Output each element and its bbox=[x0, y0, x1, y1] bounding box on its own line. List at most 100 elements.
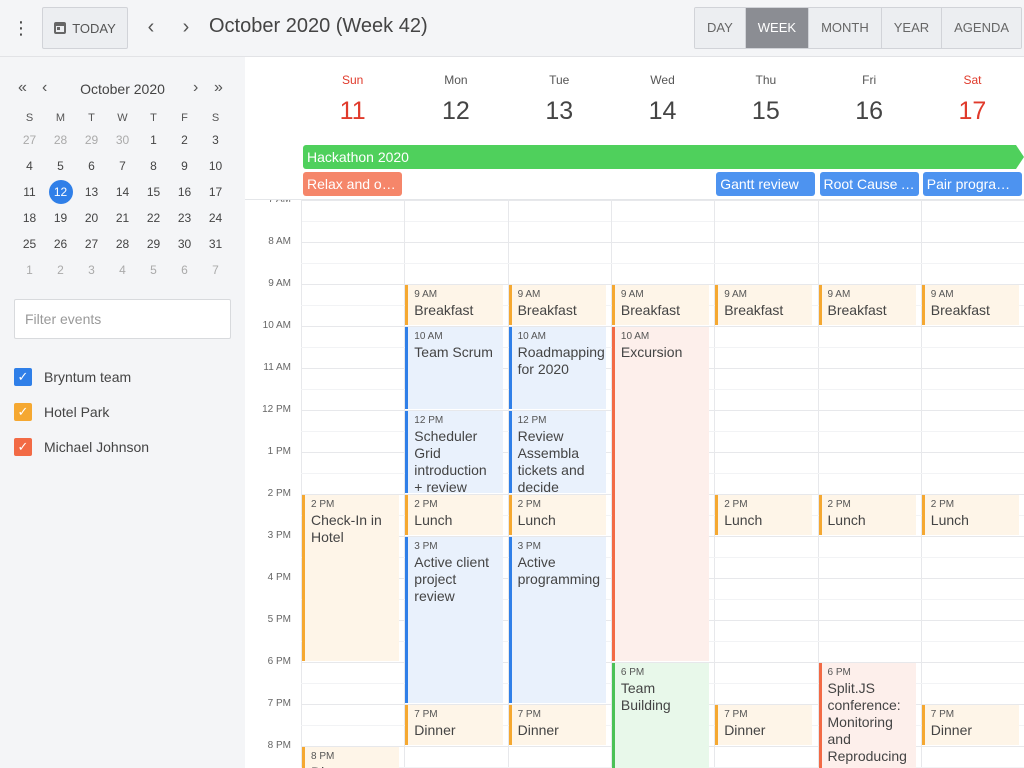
view-mode-month[interactable]: MONTH bbox=[809, 8, 882, 48]
calendar-event[interactable]: 6 PM Team Building bbox=[611, 663, 710, 768]
mini-calendar-day[interactable]: 8 bbox=[138, 153, 169, 179]
calendar-event[interactable]: 9 AM Breakfast bbox=[405, 285, 503, 325]
mini-calendar-day[interactable]: 4 bbox=[14, 153, 45, 179]
calendar-event[interactable]: 2 PM Check-In in Hotel bbox=[302, 495, 400, 661]
day-header-sun[interactable]: Sun 11 bbox=[301, 57, 404, 143]
mini-calendar-day[interactable]: 14 bbox=[107, 179, 138, 205]
mini-calendar-day[interactable]: 22 bbox=[138, 205, 169, 231]
all-day-event[interactable]: Pair programming bbox=[922, 172, 1023, 196]
mini-calendar-day[interactable]: 4 bbox=[107, 257, 138, 283]
mini-calendar-day[interactable]: 31 bbox=[200, 231, 231, 257]
day-header-wed[interactable]: Wed 14 bbox=[611, 57, 714, 143]
calendar-event[interactable]: 9 AM Breakfast bbox=[715, 285, 813, 325]
day-header-mon[interactable]: Mon 12 bbox=[404, 57, 507, 143]
mini-calendar-day[interactable]: 1 bbox=[14, 257, 45, 283]
day-header-tue[interactable]: Tue 13 bbox=[508, 57, 611, 143]
calendar-event[interactable]: 2 PM Lunch bbox=[921, 495, 1020, 535]
calendar-event[interactable]: 2 PM Lunch bbox=[508, 495, 606, 535]
calendar-event[interactable]: 2 PM Lunch bbox=[405, 495, 503, 535]
today-button[interactable]: TODAY bbox=[42, 7, 128, 49]
mini-calendar-day[interactable]: 24 bbox=[200, 205, 231, 231]
double-chevron-right-icon[interactable]: » bbox=[214, 79, 223, 97]
calendar-event[interactable]: 7 PM Dinner bbox=[508, 705, 606, 745]
calendar-event[interactable]: 9 AM Breakfast bbox=[508, 285, 606, 325]
all-day-event[interactable]: Relax and official arrival beer bbox=[303, 172, 403, 196]
mini-calendar-day[interactable]: 27 bbox=[14, 127, 45, 153]
mini-calendar-day[interactable]: 6 bbox=[76, 153, 107, 179]
calendar-event[interactable]: 7 PM Dinner bbox=[715, 705, 813, 745]
chevron-left-icon[interactable]: ‹ bbox=[138, 14, 164, 42]
mini-calendar-day[interactable]: 3 bbox=[76, 257, 107, 283]
calendar-event[interactable]: 7 PM Dinner bbox=[921, 705, 1020, 745]
all-day-event[interactable]: Gantt review bbox=[716, 172, 816, 196]
mini-calendar-day[interactable]: 9 bbox=[169, 153, 200, 179]
mini-calendar-day[interactable]: 17 bbox=[200, 179, 231, 205]
calendar-event[interactable]: 6 PM Split.JS conference: Monitoring and … bbox=[818, 663, 916, 768]
mini-calendar-day[interactable]: 29 bbox=[76, 127, 107, 153]
mini-calendar-day[interactable]: 26 bbox=[45, 231, 76, 257]
calendar-event[interactable]: 9 AM Breakfast bbox=[818, 285, 916, 325]
mini-calendar-day[interactable]: 19 bbox=[45, 205, 76, 231]
chevron-right-icon[interactable]: › bbox=[193, 79, 198, 97]
day-header-sat[interactable]: Sat 17 bbox=[921, 57, 1024, 143]
calendar-event[interactable]: 8 PM Dinner bbox=[302, 747, 400, 768]
mini-calendar-day[interactable]: 5 bbox=[45, 153, 76, 179]
resource-filter-item[interactable]: ✓ Michael Johnson bbox=[14, 429, 149, 464]
mini-calendar-day[interactable]: 1 bbox=[138, 127, 169, 153]
view-mode-year[interactable]: YEAR bbox=[881, 8, 943, 48]
day-header-thu[interactable]: Thu 15 bbox=[714, 57, 817, 143]
mini-calendar-day[interactable]: 7 bbox=[200, 257, 231, 283]
checkbox[interactable]: ✓ bbox=[14, 367, 32, 386]
mini-calendar-day[interactable]: 27 bbox=[76, 231, 107, 257]
calendar-event[interactable]: 10 AM Excursion bbox=[611, 327, 710, 661]
all-day-event[interactable]: Hackathon 2020 bbox=[303, 145, 1017, 169]
calendar-event[interactable]: 7 PM Dinner bbox=[405, 705, 503, 745]
mini-calendar-day[interactable]: 28 bbox=[107, 231, 138, 257]
mini-calendar-day[interactable]: 11 bbox=[14, 179, 45, 205]
mini-calendar-day[interactable]: 2 bbox=[45, 257, 76, 283]
mini-calendar-day[interactable]: 15 bbox=[138, 179, 169, 205]
day-header-fri[interactable]: Fri 16 bbox=[818, 57, 921, 143]
mini-calendar-day[interactable]: 5 bbox=[138, 257, 169, 283]
mini-calendar-day[interactable]: 23 bbox=[169, 205, 200, 231]
calendar-event[interactable]: 10 AM Team Scrum bbox=[405, 327, 503, 409]
mini-calendar-day[interactable]: 7 bbox=[107, 153, 138, 179]
mini-calendar-day[interactable]: 6 bbox=[169, 257, 200, 283]
mini-calendar-day[interactable]: 3 bbox=[200, 127, 231, 153]
more-vertical-icon[interactable]: ⋮ bbox=[8, 14, 34, 42]
mini-calendar-day[interactable]: 16 bbox=[169, 179, 200, 205]
checkbox[interactable]: ✓ bbox=[14, 437, 32, 456]
mini-calendar-day[interactable]: 20 bbox=[76, 205, 107, 231]
mini-calendar-day[interactable]: 2 bbox=[169, 127, 200, 153]
mini-calendar-day[interactable]: 21 bbox=[107, 205, 138, 231]
mini-calendar-day[interactable]: 29 bbox=[138, 231, 169, 257]
view-mode-agenda[interactable]: AGENDA bbox=[942, 8, 1022, 48]
calendar-event[interactable]: 2 PM Lunch bbox=[818, 495, 916, 535]
mini-calendar-day[interactable]: 12 bbox=[45, 179, 76, 205]
calendar-event[interactable]: 2 PM Lunch bbox=[715, 495, 813, 535]
calendar-event[interactable]: 3 PM Active client project review bbox=[405, 537, 503, 703]
resource-filter-item[interactable]: ✓ Hotel Park bbox=[14, 394, 149, 429]
double-chevron-left-icon[interactable]: « bbox=[18, 79, 27, 97]
view-mode-week[interactable]: WEEK bbox=[745, 8, 810, 48]
all-day-event[interactable]: Root Cause Analysis bbox=[819, 172, 919, 196]
mini-calendar-day[interactable]: 30 bbox=[107, 127, 138, 153]
mini-calendar-day[interactable]: 25 bbox=[14, 231, 45, 257]
calendar-event[interactable]: 3 PM Active programming bbox=[508, 537, 606, 703]
chevron-right-icon[interactable]: › bbox=[173, 14, 199, 42]
calendar-event[interactable]: 10 AM Roadmapping for 2020 bbox=[508, 327, 606, 409]
mini-calendar-day[interactable]: 13 bbox=[76, 179, 107, 205]
calendar-event[interactable]: 9 AM Breakfast bbox=[611, 285, 710, 325]
mini-calendar-day[interactable]: 10 bbox=[200, 153, 231, 179]
calendar-event[interactable]: 12 PM Scheduler Grid introduction + revie… bbox=[405, 411, 503, 493]
mini-calendar-day[interactable]: 18 bbox=[14, 205, 45, 231]
mini-calendar-day[interactable]: 30 bbox=[169, 231, 200, 257]
mini-calendar-day[interactable]: 28 bbox=[45, 127, 76, 153]
chevron-left-icon[interactable]: ‹ bbox=[42, 79, 47, 97]
calendar-event[interactable]: 12 PM Review Assembla tickets and decide bbox=[508, 411, 606, 493]
checkbox[interactable]: ✓ bbox=[14, 402, 32, 421]
resource-filter-item[interactable]: ✓ Bryntum team bbox=[14, 359, 149, 394]
view-mode-day[interactable]: DAY bbox=[695, 8, 746, 48]
filter-events-input[interactable] bbox=[14, 299, 231, 339]
calendar-event[interactable]: 9 AM Breakfast bbox=[921, 285, 1020, 325]
